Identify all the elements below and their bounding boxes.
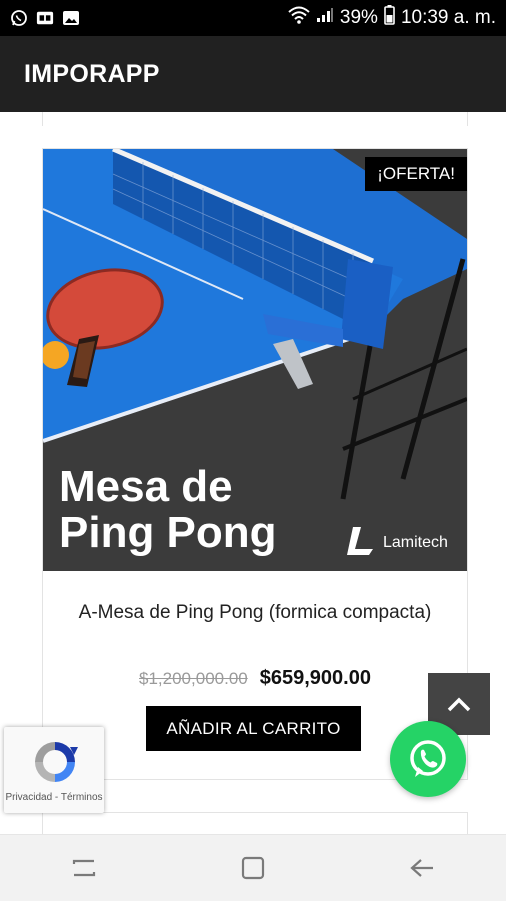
recent-apps-icon xyxy=(73,859,96,877)
signal-icon xyxy=(316,7,334,29)
status-bar: 39% 10:39 a. m. xyxy=(0,0,506,36)
android-navigation-bar xyxy=(0,834,506,901)
recaptcha-links[interactable]: Privacidad - Términos xyxy=(4,793,104,803)
recent-apps-button[interactable] xyxy=(54,843,114,893)
battery-icon xyxy=(384,5,395,31)
system-status: 39% 10:39 a. m. xyxy=(288,5,506,31)
price-row: $1,200,000.00 $659,900.00 xyxy=(43,667,467,690)
add-to-cart-button[interactable]: AÑADIR AL CARRITO xyxy=(146,706,361,751)
home-button[interactable] xyxy=(223,843,283,893)
wifi-icon xyxy=(288,6,310,30)
whatsapp-notification-icon xyxy=(10,9,28,27)
previous-card-edge xyxy=(42,112,468,126)
clock: 10:39 a. m. xyxy=(400,7,496,28)
chevron-up-icon xyxy=(447,697,471,712)
app-bar: IMPORAPP xyxy=(0,36,506,112)
recaptcha-icon xyxy=(35,742,78,782)
sale-badge: ¡OFERTA! xyxy=(365,157,467,191)
notification-icons xyxy=(0,9,80,27)
whatsapp-icon xyxy=(410,740,446,777)
image-title-line1: Mesa de xyxy=(59,462,233,511)
battery-percent: 39% xyxy=(339,7,378,28)
product-image[interactable]: Mesa de Ping Pong Lamitech ¡OFERTA! xyxy=(43,149,467,571)
image-title-line2: Ping Pong xyxy=(59,508,277,557)
whatsapp-chat-button[interactable] xyxy=(390,721,466,797)
gallery-notification-icon xyxy=(36,9,54,27)
app-title: IMPORAPP xyxy=(24,59,160,88)
image-brand: Lamitech xyxy=(383,534,448,551)
ping-pong-table-illustration: Mesa de Ping Pong Lamitech xyxy=(43,149,467,571)
product-name[interactable]: A-Mesa de Ping Pong (formica compacta) xyxy=(63,601,447,624)
product-card[interactable]: Mesa de Ping Pong Lamitech ¡OFERTA! A-Me… xyxy=(42,148,468,780)
sale-price: $659,900.00 xyxy=(259,667,371,689)
next-product-card[interactable] xyxy=(42,812,468,834)
home-icon xyxy=(241,856,265,880)
back-button[interactable] xyxy=(392,843,452,893)
back-icon xyxy=(409,859,433,877)
recaptcha-badge[interactable]: Privacidad - Términos xyxy=(4,727,104,813)
old-price: $1,200,000.00 xyxy=(139,669,248,688)
image-notification-icon xyxy=(62,9,80,27)
